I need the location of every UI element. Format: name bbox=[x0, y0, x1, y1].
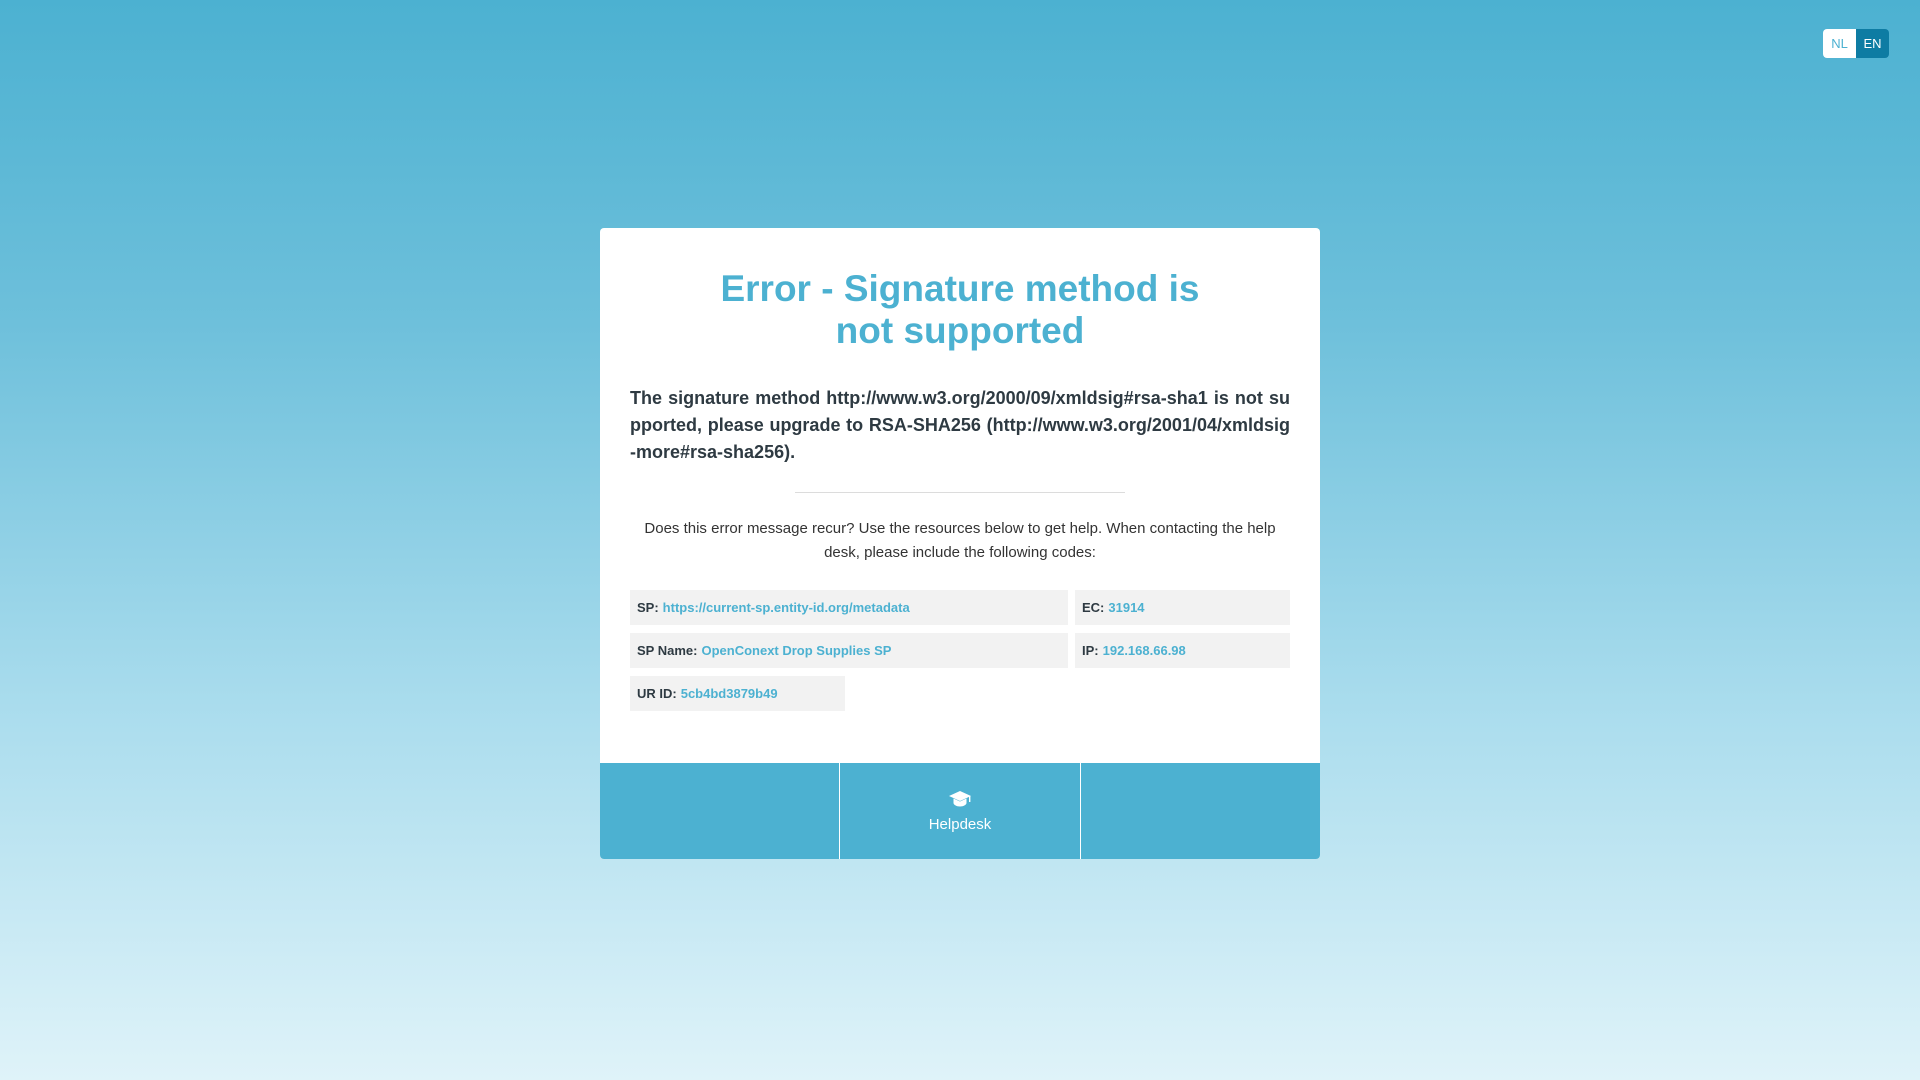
helpdesk-label: Helpdesk bbox=[928, 816, 992, 833]
footer-empty-right bbox=[1081, 763, 1320, 859]
code-ip: IP: 192.168.66.98 bbox=[1075, 633, 1290, 668]
code-sp-value: https://current-sp.entity-id.org/metadat… bbox=[662, 600, 910, 615]
code-sp-name: SP Name: OpenConext Drop Supplies SP bbox=[630, 633, 1068, 668]
code-ip-label: IP: bbox=[1082, 643, 1099, 658]
error-title: Error - Signature method is not supporte… bbox=[720, 268, 1200, 351]
language-switch: NL EN bbox=[1823, 29, 1889, 58]
graduation-cap-icon bbox=[948, 791, 971, 807]
error-card: Error - Signature method is not supporte… bbox=[600, 228, 1320, 859]
footer-empty-left bbox=[600, 763, 841, 859]
language-nl-button[interactable]: NL bbox=[1823, 29, 1856, 58]
code-ec: EC: 31914 bbox=[1075, 590, 1290, 625]
code-ur-id-value: 5cb4bd3879b49 bbox=[680, 686, 778, 701]
code-ur-id-label: UR ID: bbox=[637, 686, 677, 701]
code-ec-value: 31914 bbox=[1108, 600, 1145, 615]
card-footer: Helpdesk bbox=[600, 763, 1320, 859]
error-card-body: Error - Signature method is not supporte… bbox=[600, 228, 1320, 763]
code-ec-label: EC: bbox=[1082, 600, 1105, 615]
error-message: The signature method http://www.w3.org/2… bbox=[630, 388, 1290, 462]
help-text: Does this error message recur? Use the r… bbox=[644, 520, 1276, 561]
helpdesk-link[interactable]: Helpdesk bbox=[840, 763, 1081, 859]
code-sp: SP: https://current-sp.entity-id.org/met… bbox=[630, 590, 1068, 625]
language-en-button[interactable]: EN bbox=[1856, 29, 1889, 58]
code-ip-value: 192.168.66.98 bbox=[1102, 643, 1186, 658]
code-sp-label: SP: bbox=[637, 600, 659, 615]
code-ur-id: UR ID: 5cb4bd3879b49 bbox=[630, 676, 845, 711]
divider bbox=[795, 492, 1125, 493]
code-sp-name-value: OpenConext Drop Supplies SP bbox=[701, 643, 892, 658]
error-codes: SP: https://current-sp.entity-id.org/met… bbox=[630, 590, 1290, 711]
code-sp-name-label: SP Name: bbox=[637, 643, 698, 658]
